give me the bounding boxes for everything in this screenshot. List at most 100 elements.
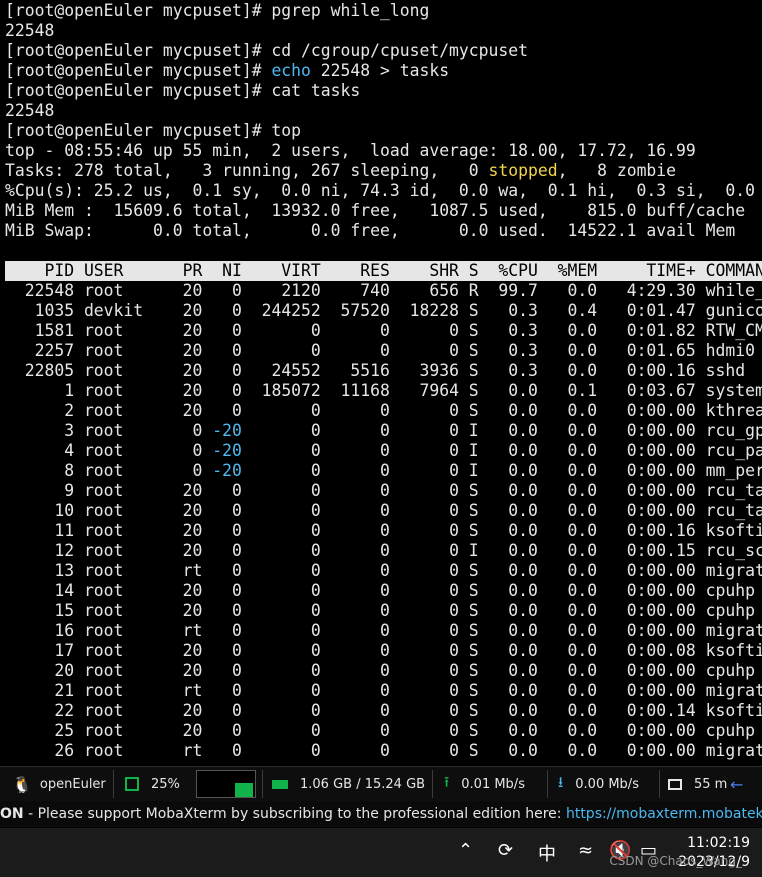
table-row: 13 root rt 0 0 0 0 S 0.0 0.0 0:00.00 mig… bbox=[5, 561, 762, 581]
table-row: 21 root rt 0 0 0 0 S 0.0 0.0 0:00.00 mig… bbox=[5, 681, 762, 701]
row-fields: 0 0 0 S 0.3 0.0 0:01.82 RTW_CMD bbox=[241, 321, 762, 340]
table-row: 8 root 0 -20 0 0 0 I 0.0 0.0 0:00.00 mm_… bbox=[5, 461, 762, 481]
terminal-line: [root@openEuler mycpuset]# cat tasks bbox=[5, 81, 361, 100]
cpu-graph-fill bbox=[234, 783, 253, 797]
row-fields: 244252 57520 18228 S 0.3 0.4 0:01.47 gun… bbox=[241, 301, 762, 320]
sync-icon[interactable]: ⟳ bbox=[498, 840, 513, 861]
table-row: 25 root 20 0 0 0 0 S 0.0 0.0 0:00.00 cpu… bbox=[5, 721, 755, 741]
row-fields: 0 0 0 S 0.0 0.0 0:00.16 ksoftirqd bbox=[241, 521, 762, 540]
table-row: 10 root 20 0 0 0 0 S 0.0 0.0 0:00.00 rcu… bbox=[5, 501, 762, 521]
row-fields: 1 root 20 0 bbox=[5, 381, 242, 400]
row-fields: 185072 11168 7964 S 0.0 0.1 0:03.67 syst… bbox=[241, 381, 762, 400]
row-fields: 16 root rt 0 bbox=[5, 621, 242, 640]
banner-prefix: ON bbox=[0, 806, 24, 822]
table-row: 26 root rt 0 0 0 0 S 0.0 0.0 0:00.00 mig… bbox=[5, 741, 762, 761]
windows-taskbar: ⌃ ⟳ 中 ≈ 🔇 ▭ 11:02:19 2023/12/9 CSDN @Cha… bbox=[0, 828, 762, 877]
download-segment[interactable]: ⭳ 0.00 Mb/s bbox=[558, 767, 639, 801]
row-fields: 0 0 0 I 0.0 0.0 0:00.15 rcu_sched bbox=[241, 541, 762, 560]
nice-value: -20 bbox=[212, 461, 242, 480]
table-row: 1581 root 20 0 0 0 0 S 0.3 0.0 0:01.82 R… bbox=[5, 321, 762, 341]
stopped-label: stopped bbox=[488, 161, 558, 180]
monitor-icon bbox=[668, 778, 682, 790]
cpu-segment[interactable]: 25% bbox=[125, 767, 256, 801]
chevron-up-icon[interactable]: ⌃ bbox=[458, 840, 473, 861]
terminal-line: [root@openEuler mycpuset]# pgrep while_l… bbox=[5, 1, 430, 20]
row-fields: 15 root 20 0 bbox=[5, 601, 242, 620]
row-fields: 9 root 20 0 bbox=[5, 481, 242, 500]
cpu-graph bbox=[195, 770, 256, 798]
cpu-percent: 25% bbox=[151, 776, 180, 792]
divider bbox=[262, 770, 263, 798]
table-row: 22 root 20 0 0 0 0 S 0.0 0.0 0:00.14 kso… bbox=[5, 701, 762, 721]
row-fields: 0 0 0 S 0.0 0.0 0:00.08 ksoftirqd bbox=[241, 641, 762, 660]
row-fields: 0 0 0 S 0.3 0.0 0:01.65 hdmi0 bbox=[241, 341, 755, 360]
banner-message: - Please support MobaXterm by subscribin… bbox=[23, 806, 566, 822]
row-fields: 0 0 0 S 0.0 0.0 0:00.00 cpuhp bbox=[241, 721, 755, 740]
top-summary-line: top - 08:55:46 up 55 min, 2 users, load … bbox=[5, 141, 696, 160]
terminal-line: 22548 bbox=[5, 101, 55, 120]
divider bbox=[659, 770, 660, 798]
wifi-icon[interactable]: ≈ bbox=[578, 840, 593, 861]
table-row: 9 root 20 0 0 0 0 S 0.0 0.0 0:00.00 rcu_… bbox=[5, 481, 762, 501]
row-fields: 14 root 20 0 bbox=[5, 581, 242, 600]
row-fields: 0 0 0 S 0.0 0.0 0:00.00 cpuhp bbox=[241, 661, 755, 680]
row-fields: 22805 root 20 0 bbox=[5, 361, 242, 380]
row-fields: 11 root 20 0 bbox=[5, 521, 242, 540]
prompt: [root@openEuler mycpuset]# bbox=[5, 61, 272, 80]
tasks-line: Tasks: 278 total, 3 running, 267 sleepin… bbox=[5, 161, 676, 181]
table-row: 12 root 20 0 0 0 0 I 0.0 0.0 0:00.15 rcu… bbox=[5, 541, 762, 561]
row-fields: 0 0 0 S 0.0 0.0 0:00.00 rcu_tasks bbox=[241, 481, 762, 500]
mem-line: MiB Mem : 15609.6 total, 13932.0 free, 1… bbox=[5, 201, 746, 220]
ime-indicator[interactable]: 中 bbox=[538, 840, 556, 866]
row-fields: 0 0 0 S 0.0 0.0 0:00.00 migration bbox=[241, 681, 762, 700]
table-row: 14 root 20 0 0 0 0 S 0.0 0.0 0:00.00 cpu… bbox=[5, 581, 755, 601]
row-fields: 0 0 0 I 0.0 0.0 0:00.00 rcu_gp bbox=[241, 421, 762, 440]
os-segment[interactable]: 🐧 openEuler bbox=[12, 767, 106, 801]
process-table-header: PID USER PR NI VIRT RES SHR S %CPU %MEM … bbox=[5, 261, 762, 281]
row-fields: 4 root 0 bbox=[5, 441, 213, 460]
memory-usage: 1.06 GB / 15.24 GB bbox=[300, 776, 426, 792]
download-speed: 0.00 Mb/s bbox=[575, 776, 639, 792]
clock-time: 11:02:19 bbox=[687, 835, 750, 851]
row-fields: 0 0 0 S 0.0 0.0 0:00.00 cpuhp bbox=[241, 601, 755, 620]
row-fields: 1035 devkit 20 0 bbox=[5, 301, 242, 320]
download-arrow-icon: ⭳ bbox=[558, 772, 564, 791]
divider bbox=[113, 770, 114, 798]
echo-command: echo bbox=[271, 61, 311, 80]
row-fields: 1581 root 20 0 bbox=[5, 321, 242, 340]
row-fields: 25 root 20 0 bbox=[5, 721, 242, 740]
mobaxterm-link[interactable]: https://mobaxterm.mobatek.net bbox=[566, 806, 762, 822]
row-fields: 0 0 0 S 0.0 0.0 0:00.00 kthreadd bbox=[241, 401, 762, 420]
table-row: 17 root 20 0 0 0 0 S 0.0 0.0 0:00.08 kso… bbox=[5, 641, 762, 661]
command-args: 22548 > tasks bbox=[310, 61, 450, 80]
row-fields: 10 root 20 0 bbox=[5, 501, 242, 520]
terminal-window[interactable]: [root@openEuler mycpuset]# pgrep while_l… bbox=[0, 0, 762, 766]
upload-speed: 0.01 Mb/s bbox=[461, 776, 525, 792]
extra-segment[interactable]: 55 m bbox=[668, 767, 727, 801]
arrow-segment[interactable]: ← bbox=[730, 767, 743, 801]
nice-value: -20 bbox=[212, 441, 242, 460]
row-fields: 0 0 0 S 0.0 0.0 0:00.00 migration bbox=[241, 561, 762, 580]
table-row: 3 root 0 -20 0 0 0 I 0.0 0.0 0:00.00 rcu… bbox=[5, 421, 762, 441]
chip-icon bbox=[125, 777, 139, 791]
memory-segment[interactable]: 1.06 GB / 15.24 GB bbox=[272, 767, 425, 801]
left-arrow-icon[interactable]: ← bbox=[730, 775, 743, 794]
row-fields: 20 root 20 0 bbox=[5, 661, 242, 680]
terminal-line: 22548 bbox=[5, 21, 55, 40]
row-fields: 0 0 0 S 0.0 0.0 0:00.00 cpuhp bbox=[241, 581, 755, 600]
upload-segment[interactable]: ⭱ 0.01 Mb/s bbox=[444, 767, 525, 801]
table-row: 2257 root 20 0 0 0 0 S 0.3 0.0 0:01.65 h… bbox=[5, 341, 755, 361]
penguin-icon: 🐧 bbox=[12, 774, 32, 794]
upload-arrow-icon: ⭱ bbox=[444, 772, 450, 791]
table-row: 11 root 20 0 0 0 0 S 0.0 0.0 0:00.16 kso… bbox=[5, 521, 762, 541]
table-row: 1035 devkit 20 0 244252 57520 18228 S 0.… bbox=[5, 301, 762, 321]
ram-icon bbox=[272, 779, 288, 789]
row-fields: 26 root rt 0 bbox=[5, 741, 242, 760]
row-fields: 8 root 0 bbox=[5, 461, 213, 480]
row-fields: 24552 5516 3936 S 0.3 0.0 0:00.16 sshd bbox=[241, 361, 746, 380]
row-fields: 0 0 0 S 0.0 0.0 0:00.00 rcu_tasks bbox=[241, 501, 762, 520]
terminal-line: [root@openEuler mycpuset]# top bbox=[5, 121, 302, 140]
watermark: CSDN @Chaos_Wang_ bbox=[609, 854, 742, 868]
mobaxterm-banner: ON - Please support MobaXterm by subscri… bbox=[0, 801, 762, 827]
table-row: 1 root 20 0 185072 11168 7964 S 0.0 0.1 … bbox=[5, 381, 762, 401]
